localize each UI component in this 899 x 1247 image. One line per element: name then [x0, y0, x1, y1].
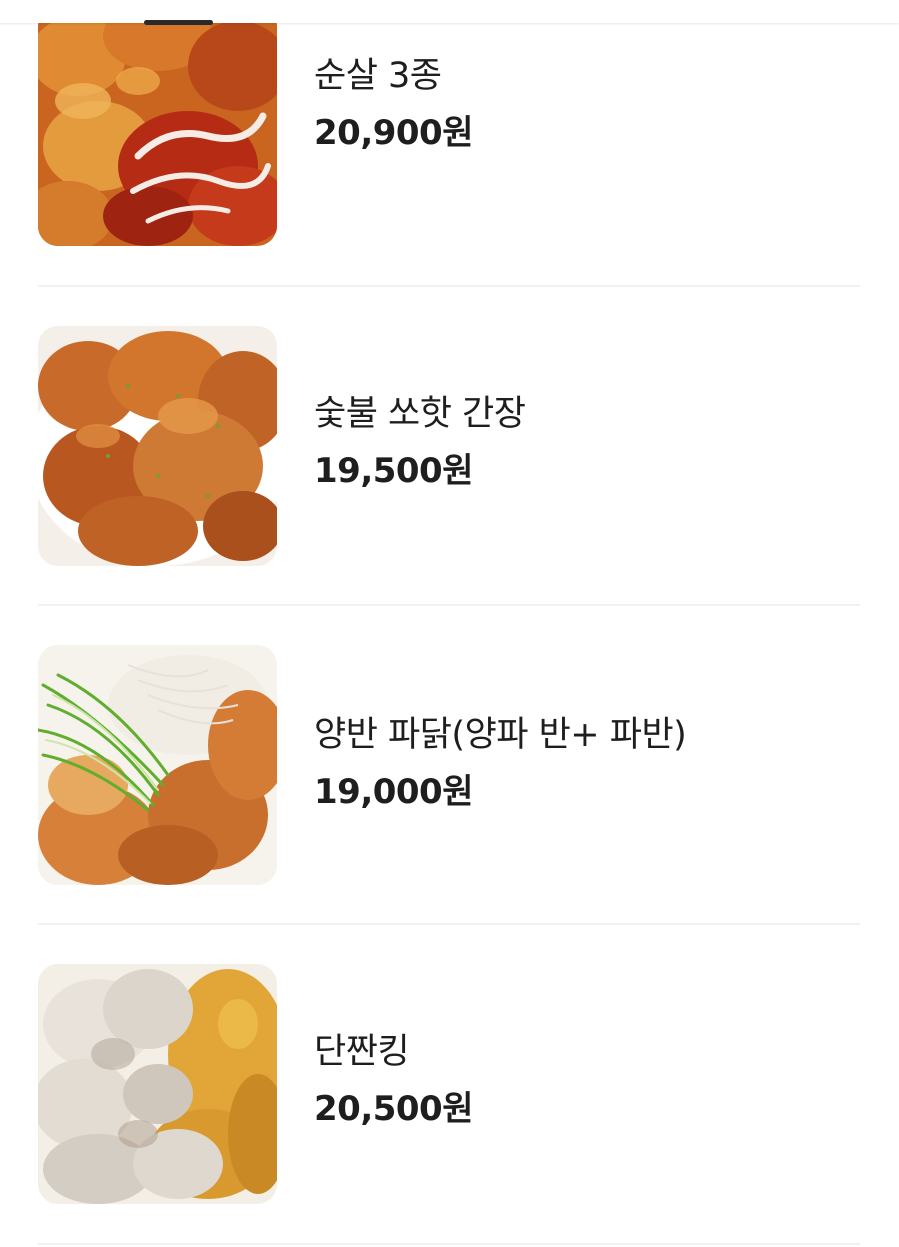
tab-indicator [144, 20, 213, 25]
divider [38, 285, 860, 287]
menu-item-info: 순살 3종 20,900원 [314, 56, 473, 152]
menu-item-info: 숯불 쏘핫 간장 19,500원 [314, 394, 526, 491]
menu-item-charcoal-soy[interactable]: 숯불 쏘핫 간장 19,500원 [38, 326, 860, 566]
menu-item-photo [38, 326, 277, 566]
menu-item-price: 20,500원 [314, 1089, 473, 1129]
menu-item-price: 20,900원 [314, 113, 473, 153]
menu-item-green-onion[interactable]: 양반 파닭(양파 반+ 파반) 19,000원 [38, 645, 860, 885]
menu-item-name: 숯불 쏘핫 간장 [314, 394, 526, 434]
menu-item-boneless-3[interactable]: 순살 3종 20,900원 [38, 6, 860, 246]
top-bar [0, 0, 899, 23]
menu-item-info: 단짠킹 20,500원 [314, 1032, 473, 1128]
menu-item-photo [38, 6, 277, 246]
menu-item-photo [38, 645, 277, 885]
menu-item-price: 19,500원 [314, 451, 473, 491]
fried-chicken-image [38, 964, 277, 1204]
menu-item-danjjan-king[interactable]: 단짠킹 20,500원 [38, 964, 860, 1204]
fried-chicken-image [38, 645, 277, 885]
fried-chicken-image [38, 6, 277, 246]
divider [38, 923, 860, 925]
fried-chicken-image [38, 326, 277, 566]
menu-item-photo [38, 964, 277, 1204]
menu-item-info: 양반 파닭(양파 반+ 파반) 19,000원 [314, 715, 687, 812]
divider [38, 604, 860, 606]
menu-item-name: 단짠킹 [314, 1032, 410, 1072]
divider [38, 1243, 860, 1245]
menu-item-price: 19,000원 [314, 772, 473, 812]
menu-item-name: 순살 3종 [314, 56, 442, 96]
menu-item-name: 양반 파닭(양파 반+ 파반) [314, 715, 687, 755]
